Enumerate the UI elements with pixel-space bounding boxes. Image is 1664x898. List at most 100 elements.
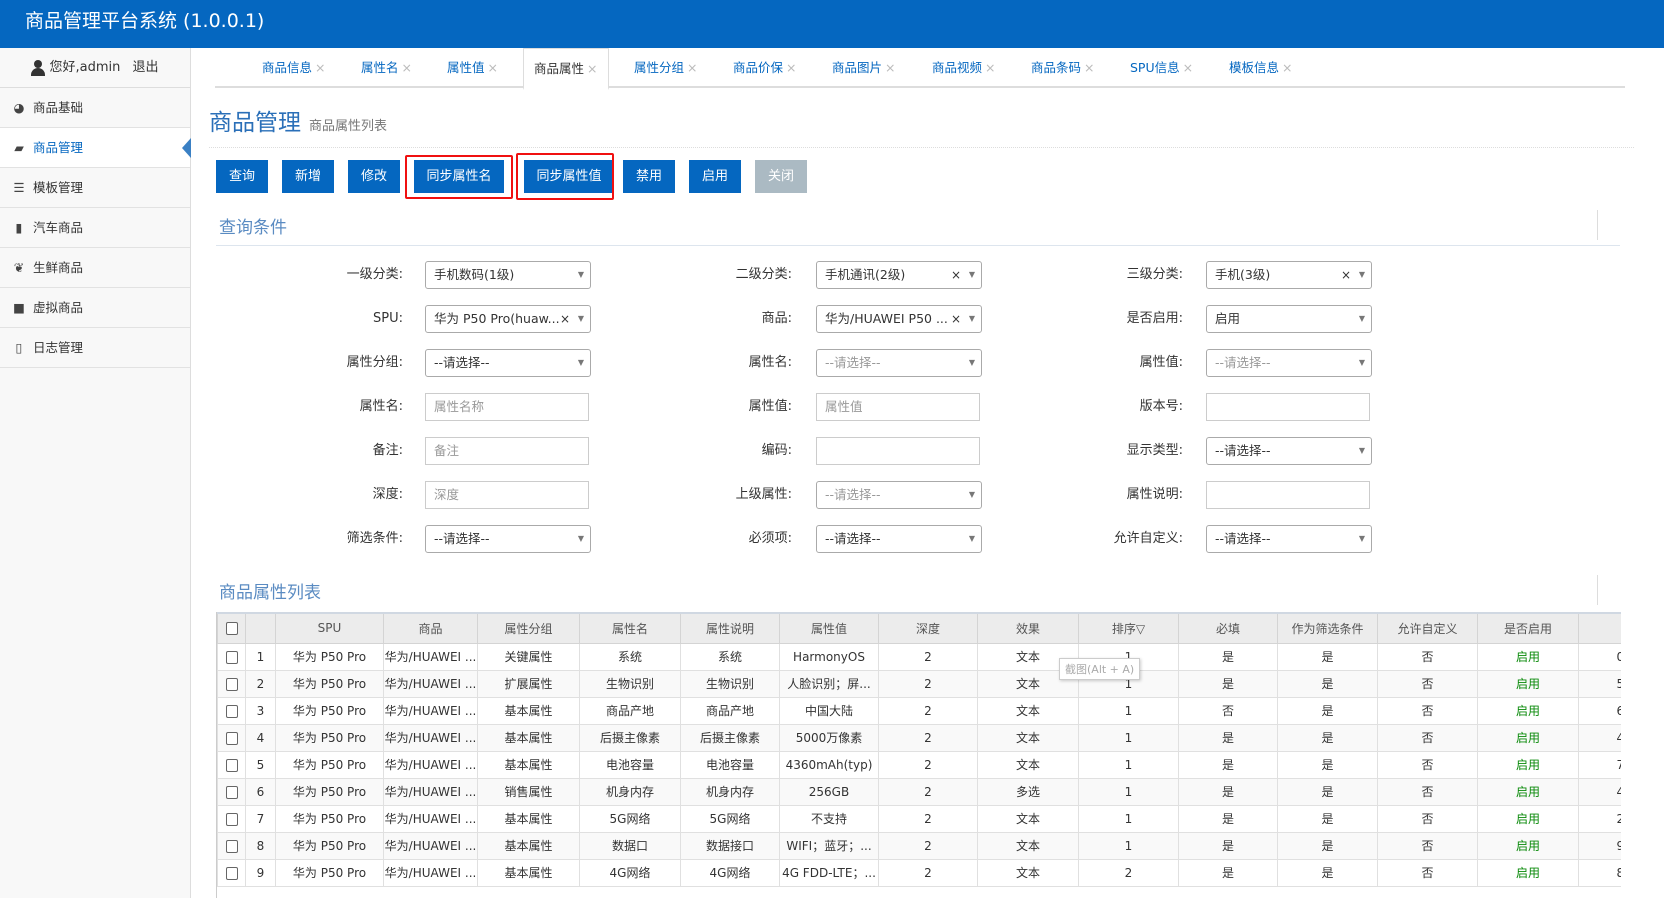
chevron-down-icon: ▼ (1358, 534, 1365, 543)
add-button[interactable]: 新增 (282, 160, 334, 193)
display_type-select[interactable]: --请选择-- ▼ (1206, 437, 1372, 465)
table-row[interactable]: 7 华为 P50 Pro 华为/HUAWEI ... 基本属性 5G网络 5G网络 不支持 2… (217, 804, 1621, 833)
tab[interactable]: 属性值 × (447, 48, 498, 88)
attr_value-input[interactable]: 属性值 (816, 393, 980, 421)
close-icon[interactable]: × (985, 60, 995, 75)
row-checkbox[interactable] (217, 642, 246, 671)
row-checkbox[interactable] (217, 696, 246, 725)
code-input[interactable] (816, 437, 980, 465)
attr_name-input[interactable]: 属性名称 (425, 393, 589, 421)
table-row[interactable]: 3 华为 P50 Pro 华为/HUAWEI ... 基本属性 商品产地 商品产地 中国大陆… (217, 696, 1621, 725)
spu-select[interactable]: 华为 P50 Pro(huaw... × ▼ (425, 305, 591, 333)
remark-input[interactable]: 备注 (425, 437, 589, 465)
sidebar-item[interactable]: ▯ 日志管理 (0, 328, 190, 368)
goods-select[interactable]: 华为/HUAWEI P50 ... × ▼ (816, 305, 982, 333)
remark-label: 备注: (372, 443, 403, 458)
clear-icon[interactable]: × (1341, 262, 1351, 288)
table-row[interactable]: 9 华为 P50 Pro 华为/HUAWEI ... 基本属性 4G网络 4G网络 4G F… (217, 858, 1621, 887)
select-value: --请选择-- (825, 355, 881, 370)
query-section-title: 查询条件 (219, 218, 287, 238)
close-icon[interactable]: × (1282, 60, 1292, 75)
table-cell: 2 (878, 696, 978, 725)
table-cell: 关键属性 (477, 642, 580, 671)
row-checkbox[interactable] (217, 777, 246, 806)
chevron-down-icon: ▼ (577, 314, 584, 323)
edit-button[interactable]: 修改 (348, 160, 400, 193)
clear-icon[interactable]: × (951, 306, 961, 332)
close-icon[interactable]: × (687, 60, 697, 75)
enabled-select[interactable]: 启用 ▼ (1206, 305, 1372, 333)
sidebar-item[interactable]: ❦ 生鲜商品 (0, 248, 190, 288)
logout-link[interactable]: 退出 (133, 60, 159, 75)
tab[interactable]: 商品视频 × (932, 48, 996, 88)
disable-button[interactable]: 禁用 (623, 160, 675, 193)
tab[interactable]: 模板信息 × (1229, 48, 1293, 88)
tab[interactable]: 商品信息 × (262, 48, 326, 88)
sidebar-item[interactable]: ▮ 汽车商品 (0, 208, 190, 248)
table-cell: 启用 (1477, 858, 1579, 887)
column-header[interactable]: 排序▽ (1078, 612, 1179, 644)
close-icon[interactable]: × (1183, 60, 1193, 75)
custom-select[interactable]: --请选择-- ▼ (1206, 525, 1372, 553)
parent_attr-select[interactable]: --请选择-- ▼ (816, 481, 982, 509)
table-row[interactable]: 1 华为 P50 Pro 华为/HUAWEI ... 关键属性 系统 系统 HarmonyO… (217, 642, 1621, 671)
cat3-select[interactable]: 手机(3级) × ▼ (1206, 261, 1372, 289)
cat1-select[interactable]: 手机数码(1级) ▼ (425, 261, 591, 289)
attr_group-select[interactable]: --请选择-- ▼ (425, 349, 591, 377)
table-cell: 4G网络 (579, 858, 681, 887)
table-row[interactable]: 8 华为 P50 Pro 华为/HUAWEI ... 基本属性 数据口 数据接口 WIFI；… (217, 831, 1621, 860)
table-row[interactable]: 2 华为 P50 Pro 华为/HUAWEI ... 扩展属性 生物识别 生物识别 人脸识别… (217, 669, 1621, 698)
close-button[interactable]: 关闭 (755, 160, 807, 193)
sidebar-item[interactable]: ■ 虚拟商品 (0, 288, 190, 328)
sidebar-item[interactable]: ☰ 模板管理 (0, 168, 190, 208)
row-checkbox[interactable] (217, 723, 246, 752)
cat2-select[interactable]: 手机通讯(2级) × ▼ (816, 261, 982, 289)
close-icon[interactable]: × (786, 60, 796, 75)
table-cell: 8 (245, 831, 276, 860)
tab[interactable]: 商品条码 × (1031, 48, 1095, 88)
close-icon[interactable]: × (315, 60, 325, 75)
version-input[interactable] (1206, 393, 1370, 421)
row-checkbox[interactable] (217, 831, 246, 860)
table-cell: 3 (245, 696, 276, 725)
close-icon[interactable]: × (885, 60, 895, 75)
table-row[interactable]: 6 华为 P50 Pro 华为/HUAWEI ... 销售属性 机身内存 机身内存 256G… (217, 777, 1621, 806)
sidebar-item[interactable]: ▰ 商品管理 (0, 128, 191, 168)
clear-icon[interactable]: × (560, 306, 570, 332)
tab[interactable]: 商品图片 × (832, 48, 896, 88)
tab[interactable]: 属性名 × (361, 48, 412, 88)
select-all-checkbox[interactable] (217, 612, 246, 644)
row-checkbox[interactable] (217, 858, 246, 887)
close-icon[interactable]: × (587, 61, 597, 76)
table-cell: 2 (878, 858, 978, 887)
attr_value_sel-label: 属性值: (1139, 355, 1183, 370)
table-row[interactable]: 4 华为 P50 Pro 华为/HUAWEI ... 基本属性 后摄主像素 后摄主像素 50… (217, 723, 1621, 752)
clear-icon[interactable]: × (951, 262, 961, 288)
required-select[interactable]: --请选择-- ▼ (816, 525, 982, 553)
page-title: 商品管理 商品属性列表 (209, 103, 387, 137)
attr_name_sel-select[interactable]: --请选择-- ▼ (816, 349, 982, 377)
table-cell: 华为 P50 Pro (275, 831, 384, 860)
table-row[interactable]: 5 华为 P50 Pro 华为/HUAWEI ... 基本属性 电池容量 电池容量 4360… (217, 750, 1621, 779)
row-checkbox[interactable] (217, 669, 246, 698)
table-cell: 华为/HUAWEI ... (383, 669, 478, 698)
close-icon[interactable]: × (488, 60, 498, 75)
table-cell: 是 (1277, 669, 1378, 698)
tab[interactable]: SPU信息 × (1130, 48, 1193, 88)
close-icon[interactable]: × (1084, 60, 1094, 75)
tab[interactable]: 商品属性 × (523, 48, 609, 90)
chevron-down-icon: ▼ (1358, 314, 1365, 323)
attr_value_sel-select[interactable]: --请选择-- ▼ (1206, 349, 1372, 377)
depth-input[interactable]: 深度 (425, 481, 589, 509)
row-checkbox[interactable] (217, 804, 246, 833)
table-cell: 是 (1178, 642, 1278, 671)
tab[interactable]: 属性分组 × (634, 48, 698, 88)
tab[interactable]: 商品价保 × (733, 48, 797, 88)
enable-button[interactable]: 启用 (689, 160, 741, 193)
attr_desc-input[interactable] (1206, 481, 1370, 509)
row-checkbox[interactable] (217, 750, 246, 779)
query-button[interactable]: 查询 (216, 160, 268, 193)
sidebar-item[interactable]: ◕ 商品基础 (0, 88, 190, 128)
close-icon[interactable]: × (402, 60, 412, 75)
filter-select[interactable]: --请选择-- ▼ (425, 525, 591, 553)
